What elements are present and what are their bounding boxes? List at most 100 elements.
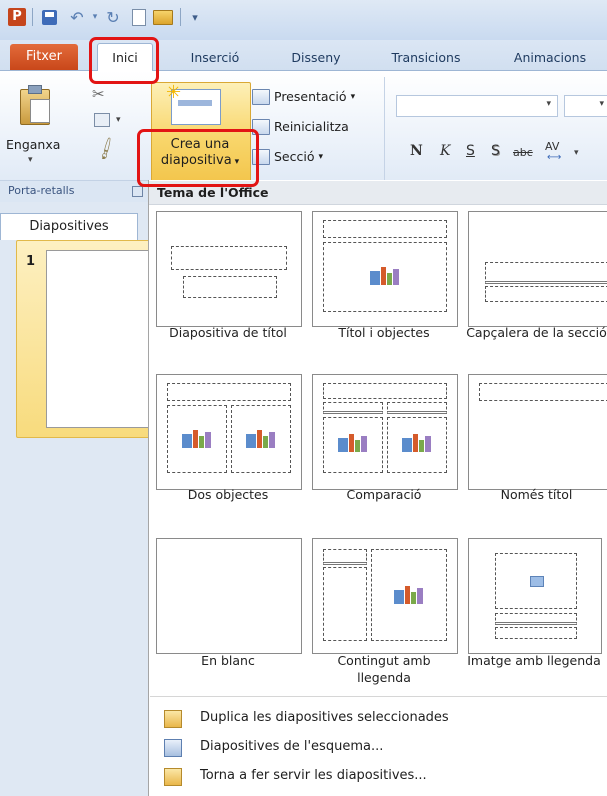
left-heading-placeholder bbox=[323, 402, 383, 414]
paste-button-label[interactable]: Enganxa bbox=[6, 137, 60, 152]
save-icon[interactable] bbox=[38, 6, 60, 28]
copy-dropdown-icon[interactable]: ▾ bbox=[116, 115, 121, 125]
new-slide-highlight bbox=[137, 129, 259, 187]
layout-dropdown-icon: ▾ bbox=[350, 92, 356, 102]
layout-title-content[interactable] bbox=[312, 211, 458, 327]
chevron-down-icon: ▾ bbox=[599, 99, 604, 109]
title-placeholder bbox=[323, 383, 447, 399]
content-objects-icon bbox=[402, 432, 432, 454]
layout-comparison-label: Comparació bbox=[346, 487, 422, 502]
layout-two-content-label: Dos objectes bbox=[187, 487, 269, 502]
group-separator bbox=[384, 77, 385, 187]
content-placeholder bbox=[371, 549, 447, 641]
qat-separator bbox=[32, 8, 33, 26]
reset-button[interactable]: Reinicialitza bbox=[252, 117, 349, 137]
content-objects-icon bbox=[182, 428, 212, 450]
font-size-combobox[interactable]: ▾ bbox=[564, 95, 607, 117]
home-tab-highlight bbox=[89, 37, 159, 84]
left-content-placeholder bbox=[323, 417, 383, 473]
spacing-dropdown-icon[interactable]: ▾ bbox=[574, 148, 579, 158]
picture-icon bbox=[530, 576, 544, 587]
layout-title-only[interactable] bbox=[468, 374, 607, 490]
powerpoint-logo-icon[interactable]: P bbox=[6, 6, 28, 28]
layout-icon bbox=[252, 89, 270, 105]
subtitle-placeholder bbox=[183, 276, 277, 298]
layout-picture-with-caption-label: Imatge amb llegenda bbox=[467, 653, 601, 668]
tab-design[interactable]: Disseny bbox=[280, 46, 352, 70]
tab-insert[interactable]: Inserció bbox=[176, 46, 254, 70]
layout-button[interactable]: Presentació ▾ bbox=[252, 87, 355, 107]
tab-animations[interactable]: Animacions bbox=[500, 46, 600, 70]
tab-slides[interactable]: Diapositives bbox=[0, 213, 138, 240]
clipboard-group-footer: Porta-retalls bbox=[0, 180, 148, 201]
customize-qat-icon[interactable]: ▾ bbox=[184, 6, 206, 28]
layout-blank-label: En blanc bbox=[201, 653, 255, 668]
caption-text-placeholder bbox=[495, 627, 577, 639]
paste-icon[interactable] bbox=[16, 85, 52, 127]
layout-content-with-caption-label: Contingut amb llegenda bbox=[337, 653, 431, 685]
section-button[interactable]: Secció ▾ bbox=[252, 147, 323, 167]
bold-button[interactable]: N bbox=[410, 143, 423, 159]
layout-two-content[interactable] bbox=[156, 374, 302, 490]
reuse-slides-icon bbox=[164, 768, 182, 786]
redo-icon[interactable]: ↻ bbox=[102, 6, 124, 28]
layout-content-with-caption[interactable] bbox=[312, 538, 458, 654]
content-objects-icon bbox=[338, 432, 368, 454]
layout-title-slide[interactable] bbox=[156, 211, 302, 327]
content-placeholder bbox=[323, 242, 447, 312]
caption-title-placeholder bbox=[495, 613, 577, 625]
section-dropdown-icon: ▾ bbox=[318, 152, 324, 162]
right-heading-placeholder bbox=[387, 402, 447, 414]
shadow-button[interactable]: S bbox=[491, 143, 500, 159]
font-family-combobox[interactable]: ▾ bbox=[396, 95, 558, 117]
duplicate-slides-icon bbox=[164, 710, 182, 728]
menu-separator bbox=[150, 696, 607, 697]
open-folder-icon[interactable] bbox=[152, 6, 174, 28]
layout-title-only-label: Només títol bbox=[500, 487, 573, 502]
paste-dropdown-icon[interactable]: ▾ bbox=[28, 155, 33, 165]
menu-duplicate-slides[interactable]: Duplica les diapositives seleccionades bbox=[150, 705, 607, 731]
left-content-placeholder bbox=[167, 405, 227, 473]
picture-placeholder bbox=[495, 553, 577, 609]
title-placeholder bbox=[479, 383, 607, 401]
title-placeholder bbox=[167, 383, 291, 401]
text-placeholder bbox=[485, 286, 607, 302]
new-document-icon[interactable] bbox=[128, 6, 150, 28]
caption-text-placeholder bbox=[323, 567, 367, 641]
content-objects-icon bbox=[246, 428, 276, 450]
outline-slides-icon bbox=[164, 739, 182, 757]
layout-section-header-label: Capçalera de la secció bbox=[466, 325, 607, 340]
right-content-placeholder bbox=[231, 405, 291, 473]
menu-slides-from-outline[interactable]: Diapositives de l'esquema... bbox=[150, 734, 607, 760]
clipboard-group-label: Porta-retalls bbox=[8, 184, 75, 197]
title-placeholder bbox=[485, 262, 607, 284]
content-objects-icon bbox=[394, 584, 424, 606]
caption-title-placeholder bbox=[323, 549, 367, 565]
cut-icon[interactable]: ✂ bbox=[92, 85, 105, 103]
layout-title-content-label: Títol i objectes bbox=[338, 325, 430, 340]
layout-section-header[interactable] bbox=[468, 211, 607, 327]
tab-file[interactable]: Fitxer bbox=[10, 44, 78, 70]
menu-reuse-slides[interactable]: Torna a fer servir les diapositives... bbox=[150, 763, 607, 789]
underline-button[interactable]: S bbox=[466, 143, 475, 159]
tab-transitions[interactable]: Transicions bbox=[377, 46, 475, 70]
chevron-down-icon: ▾ bbox=[546, 99, 551, 109]
slide-number: 1 bbox=[26, 254, 36, 269]
copy-icon[interactable] bbox=[94, 113, 110, 127]
title-bar: P ↶ ▾ ↻ ▾ bbox=[0, 0, 607, 40]
title-placeholder bbox=[323, 220, 447, 238]
dialog-launcher-icon[interactable] bbox=[132, 186, 143, 197]
layout-blank[interactable] bbox=[156, 538, 302, 654]
italic-button[interactable]: K bbox=[440, 143, 450, 159]
slide-thumbnail[interactable] bbox=[46, 250, 150, 428]
right-content-placeholder bbox=[387, 417, 447, 473]
qat-separator bbox=[180, 8, 181, 26]
new-slide-icon: ✳ bbox=[166, 82, 221, 125]
layout-title-slide-label: Diapositiva de títol bbox=[169, 325, 287, 340]
format-painter-icon[interactable]: 🖌 bbox=[93, 135, 120, 162]
title-placeholder bbox=[171, 246, 287, 270]
strikethrough-button[interactable]: abc bbox=[513, 146, 533, 159]
layout-comparison[interactable] bbox=[312, 374, 458, 490]
content-objects-icon bbox=[370, 265, 400, 287]
layout-picture-with-caption[interactable] bbox=[468, 538, 602, 654]
